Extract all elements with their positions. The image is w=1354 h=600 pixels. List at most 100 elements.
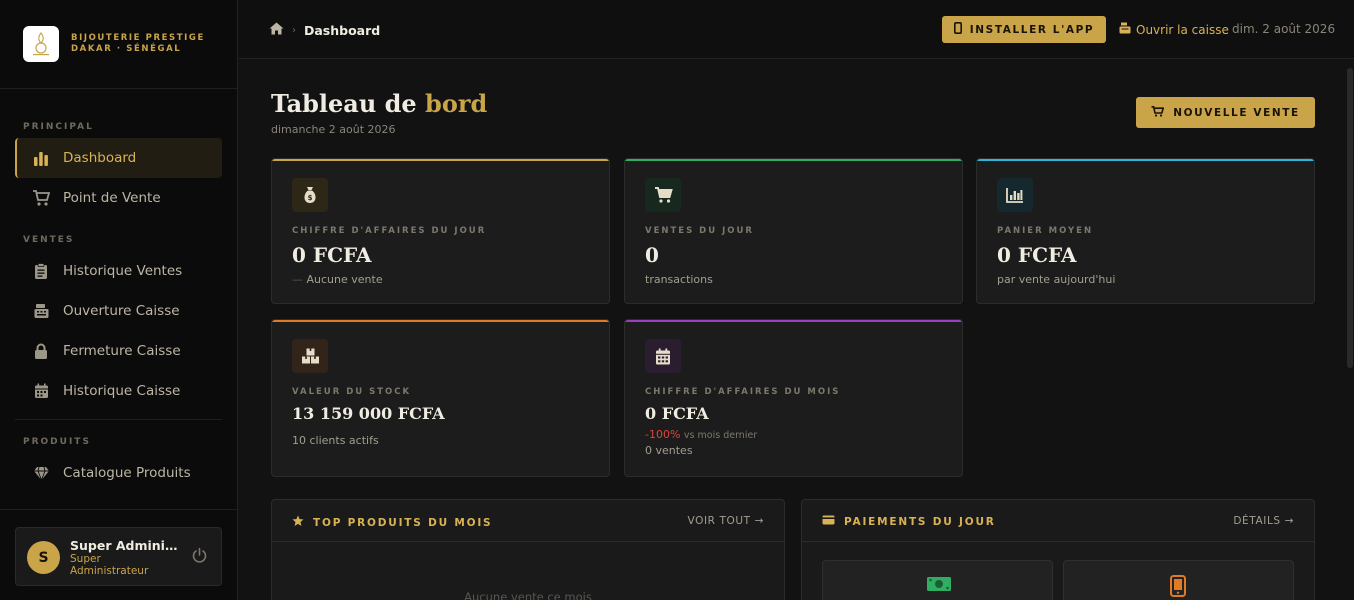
power-icon[interactable] xyxy=(191,547,208,568)
stat-label: CHIFFRE D'AFFAIRES DU JOUR xyxy=(292,226,487,236)
sidebar-item-dashboard[interactable]: Dashboard xyxy=(15,138,222,178)
star-icon xyxy=(292,515,304,530)
user-role: Super Administrateur xyxy=(70,553,149,577)
sidebar-item-label: Ouverture Caisse xyxy=(63,303,180,319)
section-label-ventes: VENTES xyxy=(23,235,75,245)
user-name: Super Administrateur xyxy=(70,538,182,553)
stat-card-revenue-month: CHIFFRE D'AFFAIRES DU MOIS 0 FCFA -100% … xyxy=(624,319,963,477)
sidebar-item-point-de-vente[interactable]: Point de Vente xyxy=(15,178,222,218)
sidebar-item-fermeture-caisse[interactable]: Fermeture Caisse xyxy=(15,331,222,371)
breadcrumb: › Dashboard xyxy=(269,22,380,38)
card-accent-bar xyxy=(625,320,962,322)
scrollbar-thumb[interactable] xyxy=(1347,68,1353,368)
panel-title: TOP PRODUITS DU MOIS xyxy=(292,515,492,530)
empty-message: Aucune vente ce mois xyxy=(464,590,592,600)
card-accent-bar xyxy=(977,159,1314,161)
stat-value: 0 FCFA xyxy=(997,243,1077,267)
breadcrumb-current: Dashboard xyxy=(304,22,381,38)
page-title: Tableau de bord xyxy=(271,89,488,118)
card-accent-bar xyxy=(272,320,609,322)
top-products-panel: TOP PRODUITS DU MOIS VOIR TOUT → Aucune … xyxy=(271,499,785,600)
sidebar-divider xyxy=(15,419,222,420)
sidebar-item-label: Historique Ventes xyxy=(63,263,183,279)
sidebar-item-label: Fermeture Caisse xyxy=(63,343,181,359)
sidebar-item-label: Historique Caisse xyxy=(63,383,181,399)
sidebar: BIJOUTERIE PRESTIGE DAKAR · SÉNÉGAL PRIN… xyxy=(0,0,238,600)
lock-icon xyxy=(32,342,50,360)
sidebar-item-catalogue-produits[interactable]: Catalogue Produits xyxy=(15,453,222,493)
cart-icon xyxy=(645,178,681,212)
install-app-label: INSTALLER L'APP xyxy=(969,23,1095,36)
payments-panel: PAIEMENTS DU JOUR DÉTAILS → xyxy=(801,499,1315,600)
sidebar-item-historique-caisse[interactable]: Historique Caisse xyxy=(15,371,222,411)
open-cash-link[interactable]: Ouvrir la caisse xyxy=(1119,22,1229,37)
stat-label: VALEUR DU STOCK xyxy=(292,387,412,397)
view-all-link[interactable]: VOIR TOUT → xyxy=(687,515,764,527)
gem-icon xyxy=(32,464,50,482)
cart-icon xyxy=(32,189,50,207)
details-link[interactable]: DÉTAILS → xyxy=(1233,515,1294,527)
user-card[interactable]: S Super Administrateur Super Administrat… xyxy=(15,527,222,586)
stat-card-sales-day: VENTES DU JOUR 0 transactions xyxy=(624,158,963,304)
brand: BIJOUTERIE PRESTIGE DAKAR · SÉNÉGAL xyxy=(0,0,237,89)
cash-register-icon xyxy=(1119,22,1131,37)
payment-tile-cash[interactable] xyxy=(822,560,1053,600)
avatar: S xyxy=(27,541,60,574)
sidebar-item-ouverture-caisse[interactable]: Ouverture Caisse xyxy=(15,291,222,331)
stat-card-avg-basket: PANIER MOYEN 0 FCFA par vente aujourd'hu… xyxy=(976,158,1315,304)
boxes-icon xyxy=(292,339,328,373)
stat-card-revenue-day: $ CHIFFRE D'AFFAIRES DU JOUR 0 FCFA — Au… xyxy=(271,158,610,304)
main-content: Tableau de bord dimanche 2 août 2026 NOU… xyxy=(239,60,1346,600)
payment-tile-mobile[interactable] xyxy=(1063,560,1294,600)
stat-note: transactions xyxy=(645,273,713,286)
sidebar-item-label: Dashboard xyxy=(63,150,137,166)
stat-note: — Aucune vente xyxy=(292,273,383,286)
chart-column-icon xyxy=(997,178,1033,212)
clipboard-icon xyxy=(32,262,50,280)
cart-icon xyxy=(1151,105,1165,120)
brand-logo[interactable] xyxy=(23,26,59,62)
chart-bar-icon xyxy=(32,149,50,167)
banknote-icon xyxy=(926,575,952,597)
mobile-phone-icon xyxy=(1170,575,1186,600)
stat-label: PANIER MOYEN xyxy=(997,226,1094,236)
panel-title: PAIEMENTS DU JOUR xyxy=(822,515,996,528)
sidebar-item-historique-ventes[interactable]: Historique Ventes xyxy=(15,251,222,291)
user-section: S Super Administrateur Super Administrat… xyxy=(0,509,237,600)
new-sale-button[interactable]: NOUVELLE VENTE xyxy=(1136,97,1315,128)
calendar-icon xyxy=(645,339,681,373)
panel-header: TOP PRODUITS DU MOIS VOIR TOUT → xyxy=(272,500,784,542)
stat-note: par vente aujourd'hui xyxy=(997,273,1116,286)
stat-label: VENTES DU JOUR xyxy=(645,226,754,236)
brand-name: BIJOUTERIE PRESTIGE DAKAR · SÉNÉGAL xyxy=(71,33,205,54)
stat-label: CHIFFRE D'AFFAIRES DU MOIS xyxy=(645,387,841,397)
home-icon[interactable] xyxy=(269,22,284,38)
page-subtitle: dimanche 2 août 2026 xyxy=(271,123,396,136)
cash-register-icon xyxy=(32,302,50,320)
topbar: › Dashboard INSTALLER L'APP Ouvrir la ca… xyxy=(239,0,1354,59)
section-label-principal: PRINCIPAL xyxy=(23,122,94,132)
stat-value: 0 xyxy=(645,243,659,267)
stat-value: 0 FCFA xyxy=(292,243,372,267)
svg-text:$: $ xyxy=(308,194,313,202)
stat-value: 13 159 000 FCFA xyxy=(292,404,445,423)
stat-value: 0 FCFA xyxy=(645,404,709,423)
mobile-icon xyxy=(953,22,962,37)
sidebar-item-label: Catalogue Produits xyxy=(63,465,191,481)
stat-note: 0 ventes xyxy=(645,444,693,457)
card-accent-bar xyxy=(272,159,609,161)
stat-change: -100% vs mois dernier xyxy=(645,428,758,441)
sidebar-item-label: Point de Vente xyxy=(63,190,161,206)
credit-card-icon xyxy=(822,515,835,528)
install-app-button[interactable]: INSTALLER L'APP xyxy=(942,16,1106,43)
breadcrumb-separator-icon: › xyxy=(292,24,296,36)
section-label-produits: PRODUITS xyxy=(23,437,91,447)
stat-card-stock-value: VALEUR DU STOCK 13 159 000 FCFA 10 clien… xyxy=(271,319,610,477)
money-bag-icon: $ xyxy=(292,178,328,212)
new-sale-label: NOUVELLE VENTE xyxy=(1173,106,1300,119)
panel-header: PAIEMENTS DU JOUR DÉTAILS → xyxy=(802,500,1314,542)
card-accent-bar xyxy=(625,159,962,161)
current-date: dim. 2 août 2026 xyxy=(1232,22,1336,36)
open-cash-label: Ouvrir la caisse xyxy=(1136,22,1229,37)
calendar-icon xyxy=(32,382,50,400)
